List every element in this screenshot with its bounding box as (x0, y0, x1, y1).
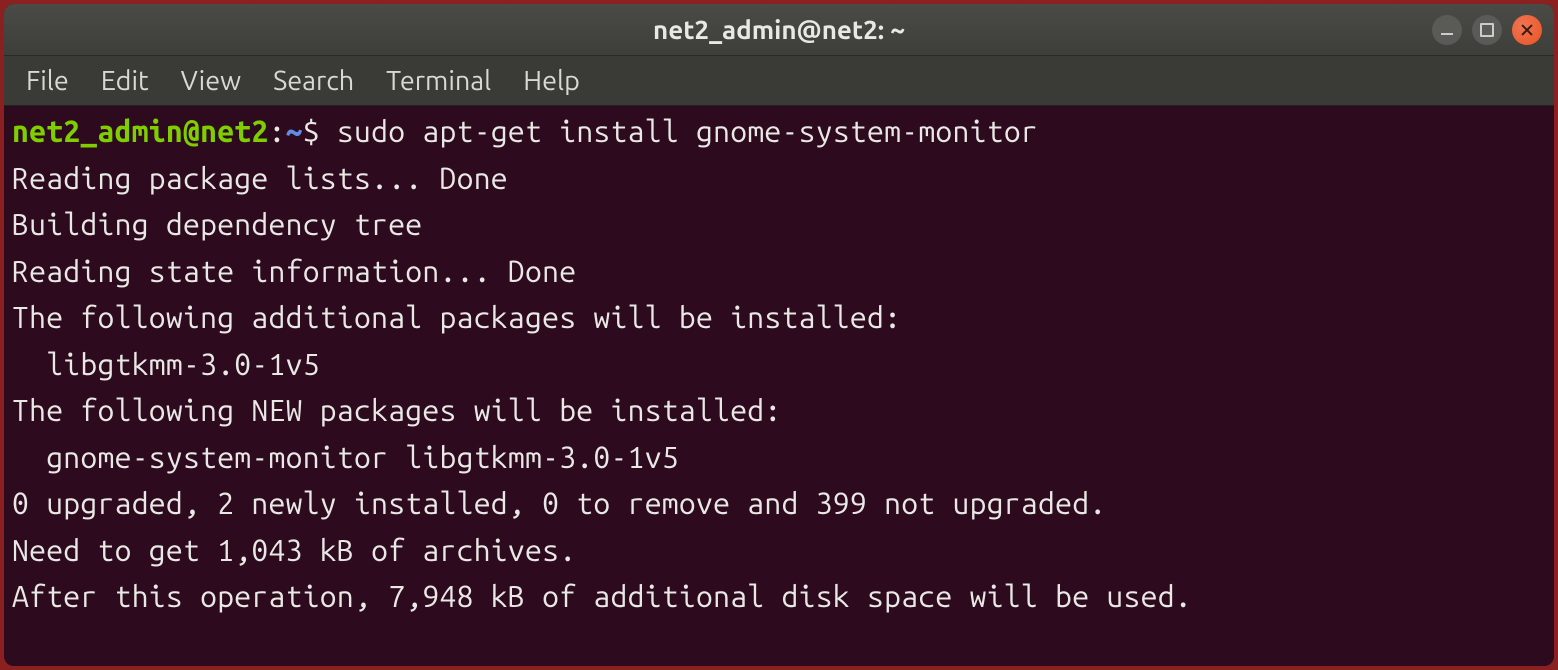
window-title: net2_admin@net2: ~ (653, 15, 905, 44)
menu-file[interactable]: File (12, 62, 83, 100)
prompt-symbol: $ (303, 114, 337, 148)
minimize-button[interactable] (1432, 15, 1462, 45)
prompt-cwd: ~ (286, 114, 303, 148)
close-button[interactable] (1512, 15, 1542, 45)
prompt-colon: : (269, 114, 286, 148)
output-line: libgtkmm-3.0-1v5 (12, 341, 1546, 388)
output-line: The following additional packages will b… (12, 294, 1546, 341)
menu-view[interactable]: View (167, 62, 255, 100)
menu-edit[interactable]: Edit (87, 62, 163, 100)
menu-terminal[interactable]: Terminal (372, 62, 505, 100)
output-line: The following NEW packages will be insta… (12, 387, 1546, 434)
output-line: Reading state information... Done (12, 248, 1546, 295)
output-line: After this operation, 7,948 kB of additi… (12, 573, 1546, 620)
window-controls (1432, 15, 1542, 45)
titlebar: net2_admin@net2: ~ (4, 4, 1554, 56)
command-text: sudo apt-get install gnome-system-monito… (337, 114, 1038, 148)
menu-help[interactable]: Help (509, 62, 594, 100)
prompt-line: net2_admin@net2:~$ sudo apt-get install … (12, 108, 1546, 155)
output-line: gnome-system-monitor libgtkmm-3.0-1v5 (12, 434, 1546, 481)
output-line: Building dependency tree (12, 201, 1546, 248)
output-line: 0 upgraded, 2 newly installed, 0 to remo… (12, 480, 1546, 527)
terminal-output[interactable]: net2_admin@net2:~$ sudo apt-get install … (4, 106, 1554, 666)
prompt-user-host: net2_admin@net2 (12, 114, 269, 148)
maximize-button[interactable] (1472, 15, 1502, 45)
menubar: File Edit View Search Terminal Help (4, 56, 1554, 106)
output-line: Reading package lists... Done (12, 155, 1546, 202)
menu-search[interactable]: Search (259, 62, 368, 100)
terminal-window: net2_admin@net2: ~ File Edit View Search… (4, 4, 1554, 666)
output-line: Need to get 1,043 kB of archives. (12, 527, 1546, 574)
